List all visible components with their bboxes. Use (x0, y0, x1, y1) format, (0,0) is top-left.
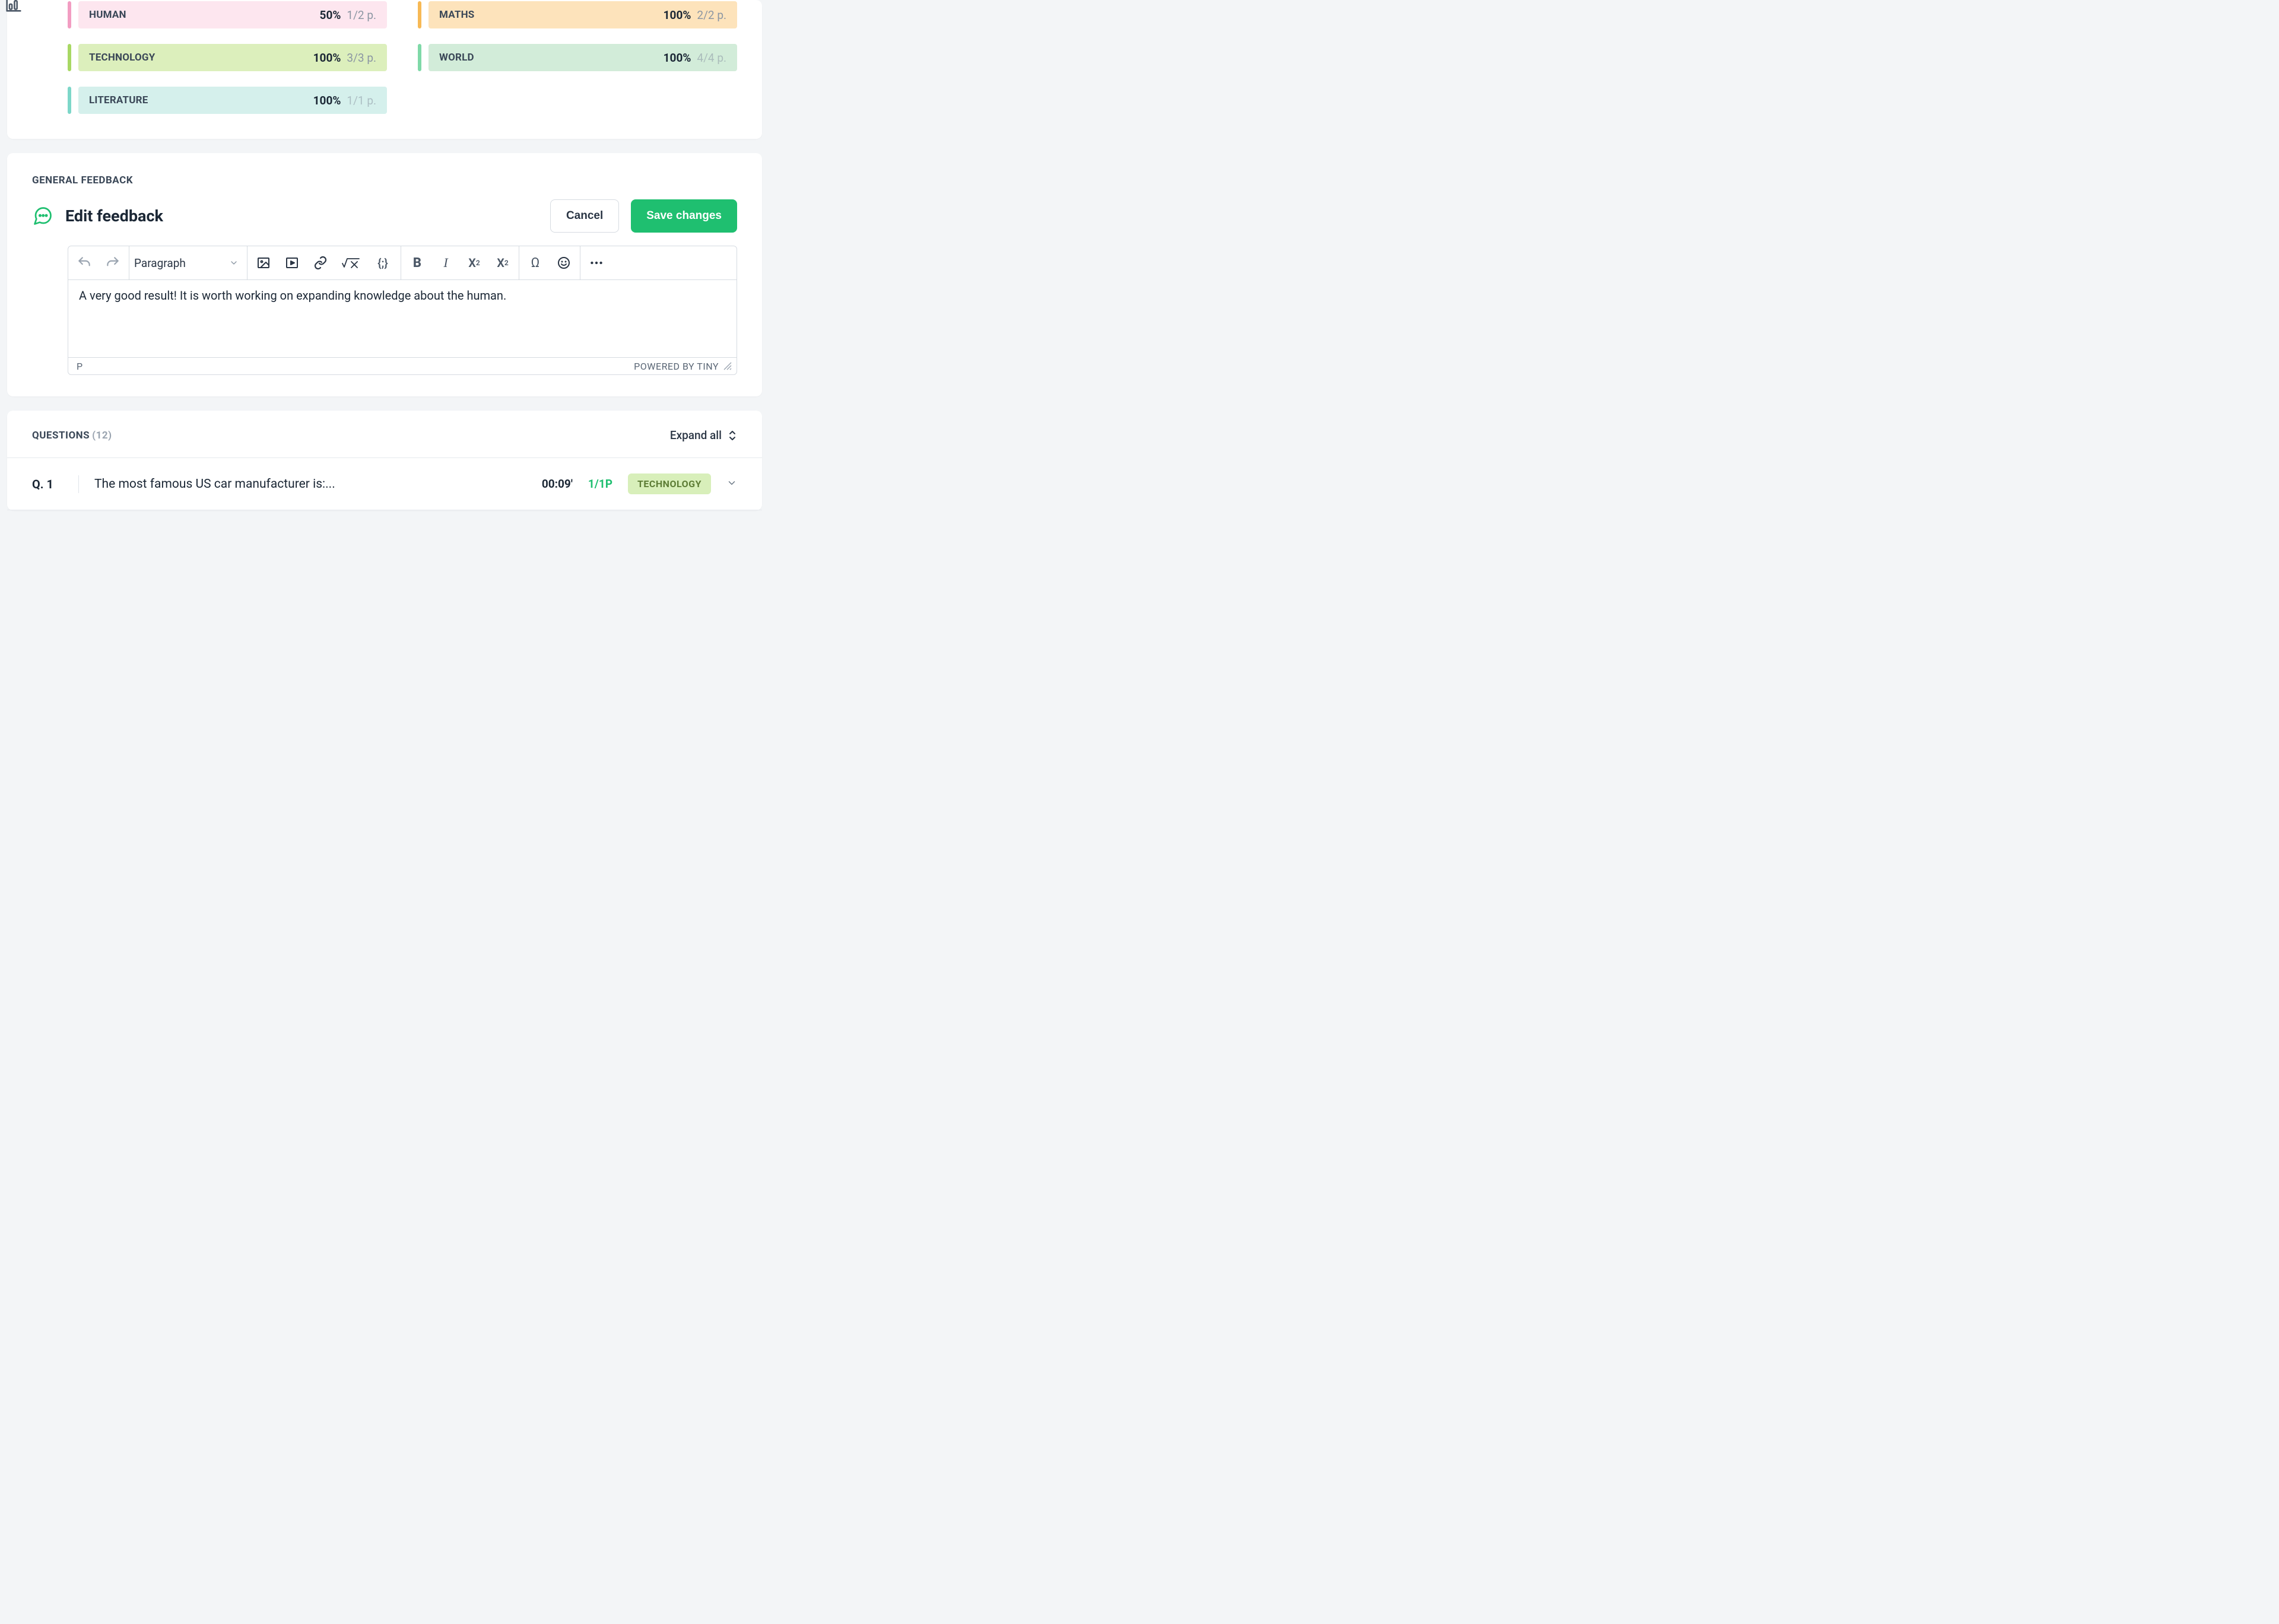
category-row[interactable]: MATHS 100% 2/2 p. (418, 1, 737, 28)
question-tag: TECHNOLOGY (628, 473, 711, 494)
equation-button[interactable] (340, 254, 361, 272)
category-body: WORLD 100% 4/4 p. (428, 44, 737, 71)
editor-toolbar: Paragraph (68, 246, 737, 280)
category-stats: 100% 1/1 p. (313, 94, 376, 107)
undo-button[interactable] (75, 254, 93, 272)
category-body: TECHNOLOGY 100% 3/3 p. (78, 44, 387, 71)
category-accent (418, 1, 421, 28)
resize-handle-icon[interactable] (723, 362, 732, 370)
link-button[interactable] (312, 254, 329, 272)
video-button[interactable] (283, 254, 301, 272)
subscript-button[interactable]: X2 (465, 254, 483, 272)
category-body: LITERATURE 100% 1/1 p. (78, 87, 387, 114)
superscript-button[interactable]: X2 (494, 254, 512, 272)
question-points: 1/1P (588, 477, 612, 491)
category-row[interactable]: HUMAN 50% 1/2 p. (68, 1, 387, 28)
divider (78, 475, 79, 493)
category-name: TECHNOLOGY (89, 52, 155, 63)
category-stats: 50% 1/2 p. (320, 8, 376, 22)
category-name: MATHS (439, 9, 474, 21)
category-percent: 100% (313, 51, 341, 65)
special-char-button[interactable]: Ω (526, 254, 544, 272)
questions-label: QUESTIONS (32, 430, 90, 441)
image-button[interactable] (255, 254, 272, 272)
category-percent: 50% (320, 8, 341, 22)
category-points: 3/3 p. (347, 51, 376, 65)
category-points: 1/2 p. (347, 8, 376, 22)
category-row[interactable]: LITERATURE 100% 1/1 p. (68, 87, 387, 114)
edit-feedback-title: Edit feedback (65, 206, 163, 225)
category-row[interactable]: WORLD 100% 4/4 p. (418, 44, 737, 71)
category-accent (68, 44, 71, 71)
category-points: 1/1 p. (347, 94, 376, 107)
cancel-button[interactable]: Cancel (550, 199, 619, 233)
format-select[interactable]: Paragraph (129, 246, 247, 279)
category-row[interactable]: TECHNOLOGY 100% 3/3 p. (68, 44, 387, 71)
questions-count: (12) (92, 430, 112, 441)
category-accent (418, 44, 421, 71)
question-time: 00:09' (542, 477, 573, 491)
category-stats: 100% 2/2 p. (664, 8, 726, 22)
category-points: 2/2 p. (697, 8, 726, 22)
category-accent (68, 1, 71, 28)
save-button[interactable]: Save changes (631, 199, 737, 233)
chart-icon (4, 0, 24, 14)
expand-all-label: Expand all (670, 428, 722, 442)
category-name: HUMAN (89, 9, 126, 21)
category-percent: 100% (664, 51, 691, 65)
code-button[interactable]: {;} (372, 254, 393, 272)
category-name: LITERATURE (89, 94, 148, 106)
format-select-label: Paragraph (134, 256, 186, 270)
category-body: HUMAN 50% 1/2 p. (78, 1, 387, 28)
chevron-down-icon (229, 258, 239, 268)
category-accent (68, 87, 71, 114)
redo-button[interactable] (104, 254, 122, 272)
emoji-button[interactable] (555, 254, 573, 272)
category-body: MATHS 100% 2/2 p. (428, 1, 737, 28)
category-stats: 100% 3/3 p. (313, 51, 376, 65)
chevron-down-icon[interactable] (726, 478, 737, 491)
expand-all-button[interactable]: Expand all (670, 428, 737, 442)
editor-content: A very good result! It is worth working … (79, 288, 506, 303)
expand-icon (728, 430, 737, 441)
editor-path: P (77, 361, 82, 372)
category-percent: 100% (664, 8, 691, 22)
category-stats: 100% 4/4 p. (664, 51, 726, 65)
category-percent: 100% (313, 94, 341, 107)
category-points: 4/4 p. (697, 51, 726, 65)
question-row[interactable]: Q. 1 The most famous US car manufacturer … (7, 457, 762, 510)
feedback-editor[interactable]: A very good result! It is worth working … (68, 280, 737, 357)
powered-by-tiny: POWERED BY TINY (634, 361, 719, 372)
question-number: Q. 1 (32, 477, 63, 491)
general-feedback-label: GENERAL FEEDBACK (32, 174, 737, 186)
more-button[interactable] (588, 254, 605, 272)
category-name: WORLD (439, 52, 474, 63)
bold-button[interactable]: B (408, 254, 426, 272)
speech-bubble-icon (32, 205, 53, 227)
italic-button[interactable]: I (437, 254, 455, 272)
question-text: The most famous US car manufacturer is:.… (94, 477, 526, 491)
